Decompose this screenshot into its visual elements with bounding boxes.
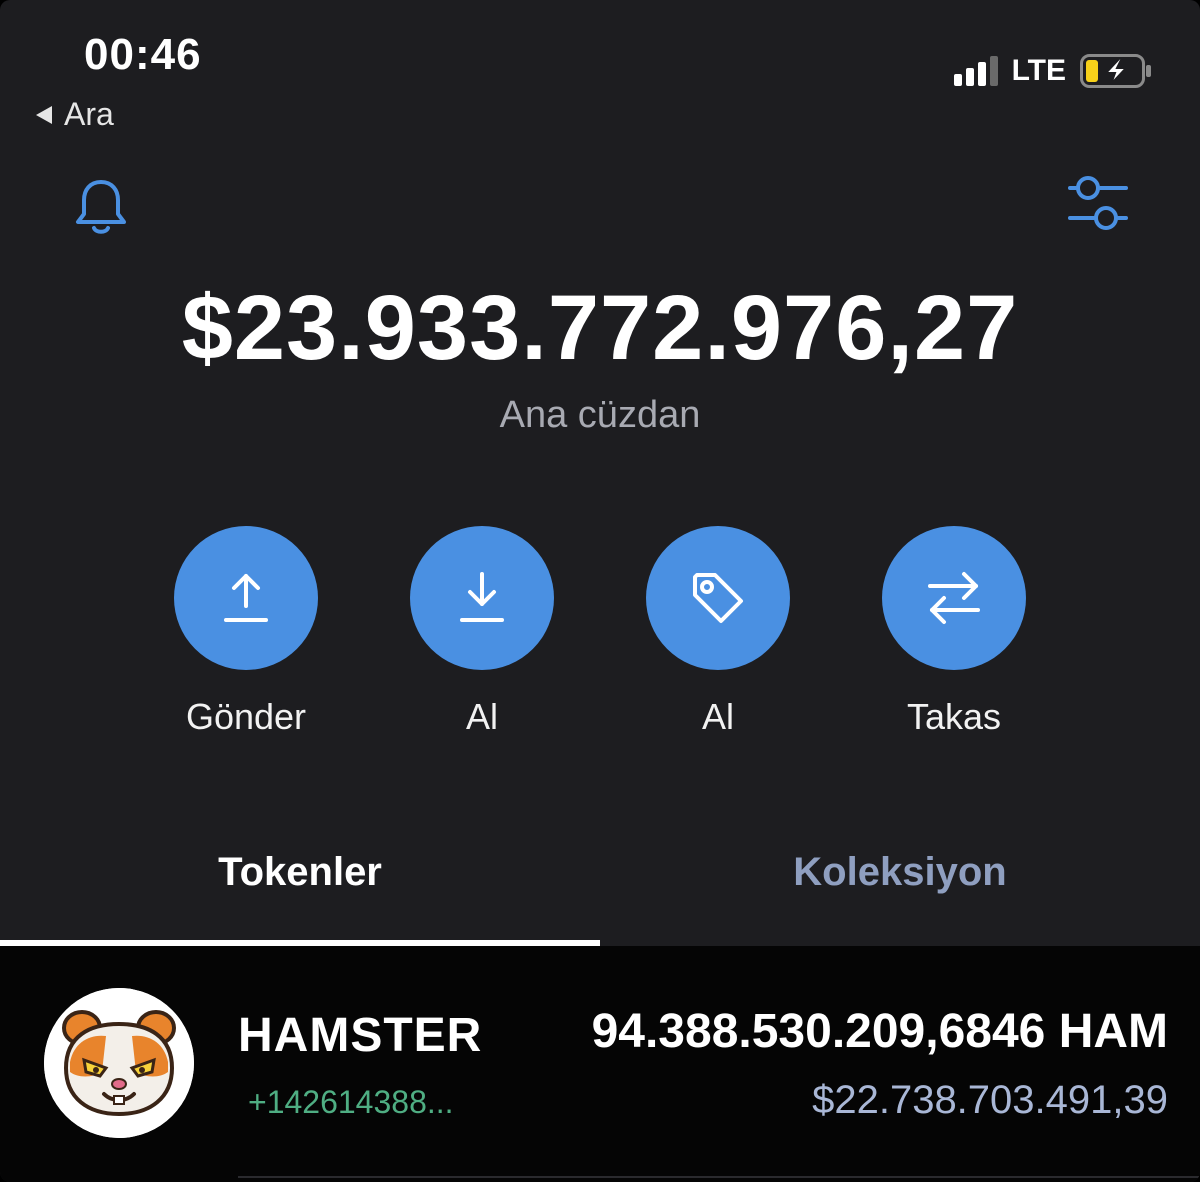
swap-circle[interactable]	[882, 526, 1026, 670]
token-amount: 94.388.530.209,6846 HAM	[591, 1005, 1168, 1058]
back-triangle-icon	[36, 105, 52, 124]
buy-button[interactable]: Al	[618, 526, 818, 738]
receive-label: Al	[465, 696, 498, 737]
swap-button[interactable]: Takas	[854, 526, 1054, 738]
tab-tokens[interactable]: Tokenler	[0, 850, 600, 895]
hamster-logo-icon	[44, 988, 194, 1138]
wallet-balance: $23.933.772.976,27	[181, 277, 1019, 379]
row-divider	[238, 1176, 1200, 1178]
token-list: HAMSTER +142614388... 94.388.530.209,684…	[0, 946, 1200, 1182]
status-indicators: LTE	[953, 54, 1151, 88]
download-arrow-icon	[460, 572, 504, 622]
price-tag-icon	[693, 573, 743, 623]
token-change: +142614388...	[248, 1084, 454, 1120]
token-fiat-value: $22.738.703.491,39	[812, 1078, 1168, 1122]
receive-circle[interactable]	[410, 526, 554, 670]
swap-label: Takas	[906, 696, 1002, 737]
wallet-screen: 00:46 Ara LTE $23.933.772.976,27 Ana cüz…	[0, 0, 1200, 1182]
swap-arrows-icon	[928, 572, 980, 624]
send-label: Gönder	[185, 696, 307, 737]
buy-label: Al	[701, 696, 734, 737]
network-type: LTE	[1011, 54, 1066, 87]
tab-collections[interactable]: Koleksiyon	[600, 850, 1200, 895]
notifications-button[interactable]	[70, 176, 132, 243]
upload-arrow-icon	[224, 574, 268, 622]
send-button[interactable]: Gönder	[146, 526, 346, 738]
status-time: 00:46	[84, 30, 202, 79]
settings-filters-button[interactable]	[1066, 172, 1132, 243]
back-to-app-button[interactable]: Ara	[36, 96, 114, 133]
action-buttons: Gönder Al Al Takas	[0, 526, 1200, 756]
sliders-icon	[1068, 176, 1128, 230]
list-item[interactable]: HAMSTER +142614388... 94.388.530.209,684…	[0, 946, 1200, 1182]
bell-icon	[76, 180, 126, 234]
send-circle[interactable]	[174, 526, 318, 670]
back-label: Ara	[64, 96, 114, 132]
token-name: HAMSTER	[238, 1009, 483, 1062]
cellular-signal-icon	[953, 56, 998, 86]
battery-icon	[1080, 54, 1151, 88]
buy-circle[interactable]	[646, 526, 790, 670]
wallet-name[interactable]: Ana cüzdan	[0, 394, 1200, 437]
receive-button[interactable]: Al	[382, 526, 582, 738]
